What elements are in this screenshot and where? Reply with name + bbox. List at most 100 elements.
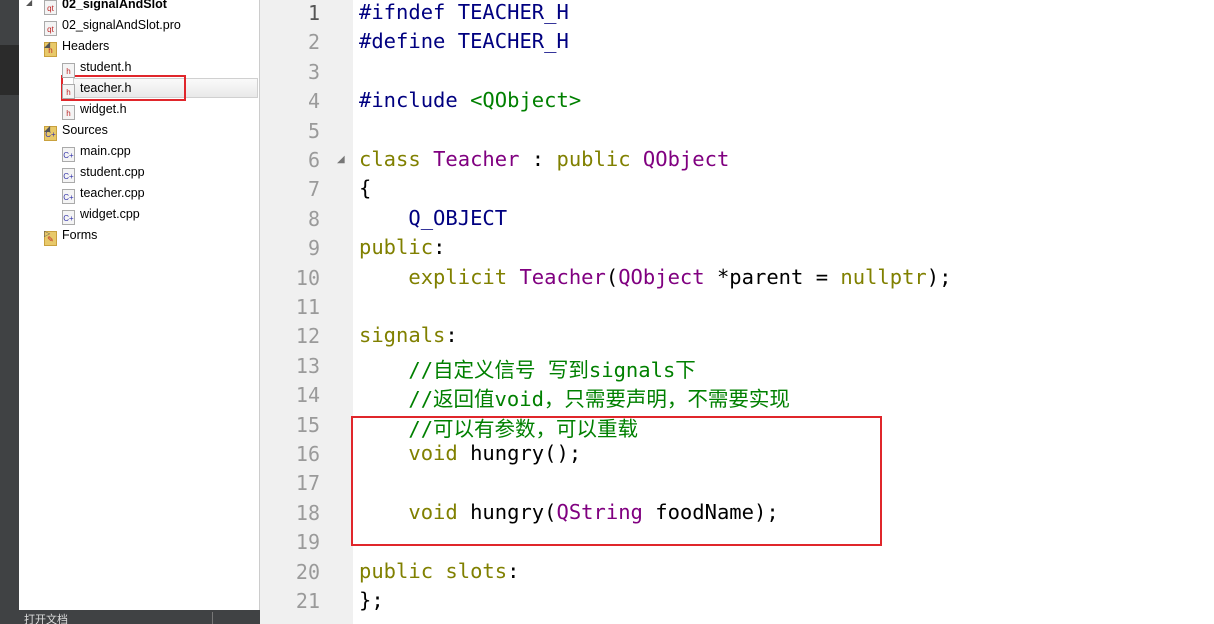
tree-item[interactable]: C+ widget.cpp <box>62 204 140 225</box>
line-number: 17 <box>295 471 320 496</box>
code-token: : <box>445 323 458 348</box>
code-token: }; <box>359 588 384 612</box>
tree-item[interactable]: C+ main.cpp <box>62 141 131 162</box>
tree-item[interactable]: C+ student.cpp <box>62 162 145 183</box>
line-number: 18 <box>295 500 320 525</box>
code-line[interactable]: #define TEACHER_H <box>359 29 569 53</box>
code-token: : <box>433 235 446 260</box>
code-line[interactable]: }; <box>359 588 384 612</box>
tree-item[interactable]: qt 02_signalAndSlot.pro <box>44 15 181 36</box>
code-line[interactable]: //返回值void，只需要声明，不需要实现 <box>359 382 790 412</box>
cpp-file-icon: C+ <box>62 147 75 162</box>
code-token: : <box>519 147 557 171</box>
line-number: 9 <box>307 236 320 261</box>
code-token: nullptr <box>840 264 927 289</box>
line-number: 21 <box>295 589 320 613</box>
code-token: #ifndef TEACHER_H <box>359 0 569 24</box>
collapse-arrow-icon[interactable]: ◢ <box>44 124 50 133</box>
code-line[interactable]: void hungry(); <box>359 441 581 465</box>
tree-item-label: student.h <box>80 60 132 74</box>
code-line[interactable]: #ifndef TEACHER_H <box>359 0 569 24</box>
mode-sidebar <box>0 0 19 624</box>
tree-item-label: Sources <box>62 123 108 137</box>
code-line[interactable]: Q_OBJECT <box>359 206 507 230</box>
code-token: void <box>359 441 471 465</box>
code-line[interactable]: #include <QObject> <box>359 88 581 112</box>
line-number: 5 <box>307 118 320 143</box>
line-number: 8 <box>307 206 320 231</box>
line-number: 13 <box>295 353 320 378</box>
tree-item-label: teacher.h <box>80 81 132 95</box>
tree-item-label: main.cpp <box>80 144 131 158</box>
qt-project-file-icon: qt <box>44 21 57 36</box>
line-number: 6 <box>307 148 320 172</box>
line-number: 11 <box>295 295 320 319</box>
line-number: 4 <box>307 89 320 114</box>
tree-item-label: student.cpp <box>80 165 145 179</box>
tree-item-label: Headers <box>62 39 110 53</box>
mode-selected[interactable] <box>0 45 19 95</box>
open-documents-bar: 打开文档 <box>19 610 265 624</box>
line-number: 16 <box>295 442 320 466</box>
tree-item[interactable]: C+ teacher.cpp <box>62 183 145 204</box>
line-number: 19 <box>295 530 320 555</box>
fold-marker-icon[interactable]: ◢ <box>337 154 345 165</box>
tree-item-label: widget.h <box>80 102 127 116</box>
line-number: 20 <box>295 559 320 584</box>
line-number: 3 <box>307 59 320 84</box>
line-number: 1 <box>307 1 320 25</box>
code-line[interactable]: public: <box>359 235 445 259</box>
code-token: //自定义信号 写到signals下 <box>359 357 696 382</box>
code-token: ); <box>926 264 952 289</box>
code-line[interactable]: void hungry(QString foodName); <box>359 499 779 524</box>
code-token: <QObject> <box>470 88 582 113</box>
code-line[interactable]: //自定义信号 写到signals下 <box>359 353 696 383</box>
code-line[interactable]: public slots: <box>359 559 519 583</box>
qt-project-file-icon: qt <box>44 0 57 15</box>
line-number: 7 <box>307 177 320 202</box>
code-token: QObject <box>618 264 705 289</box>
tree-item[interactable]: h teacher.h <box>62 78 132 99</box>
tree-item[interactable]: h student.h <box>62 57 132 78</box>
code-token: { <box>359 176 372 201</box>
header-file-icon: h <box>62 63 75 78</box>
code-token: //返回值void，只需要声明，不需要实现 <box>359 387 790 412</box>
code-line[interactable]: class Teacher : public QObject <box>359 147 729 171</box>
code-token: public <box>556 147 643 171</box>
cpp-file-icon: C+ <box>62 168 75 183</box>
code-token: explicit <box>359 264 520 289</box>
tree-item-label: 02_signalAndSlot.pro <box>62 18 181 32</box>
collapse-arrow-icon[interactable]: ◢ <box>44 40 50 49</box>
code-token: void <box>359 499 471 524</box>
line-number: 15 <box>295 412 320 437</box>
code-line[interactable]: { <box>359 176 371 200</box>
code-token: //可以有参数，可以重载 <box>359 416 639 441</box>
cpp-file-icon: C+ <box>62 210 75 225</box>
code-line[interactable]: explicit Teacher(QObject *parent = nullp… <box>359 265 951 289</box>
line-number: 14 <box>295 383 320 408</box>
tree-item-label: Forms <box>62 228 98 242</box>
code-token: ( <box>605 264 619 289</box>
line-number: 10 <box>295 265 320 290</box>
tree-item[interactable]: h widget.h <box>62 99 127 120</box>
tree-item[interactable]: ✎ Forms <box>44 225 98 246</box>
code-token: Teacher <box>519 264 606 289</box>
header-file-icon: h <box>62 105 75 120</box>
expand-arrow-icon[interactable]: ▷ <box>44 229 50 238</box>
collapse-arrow-icon[interactable]: ◢ <box>26 0 32 7</box>
tree-item-label: 02_signalAndSlot <box>62 0 167 11</box>
code-token: Q_OBJECT <box>359 205 508 230</box>
code-token: foodName); <box>642 499 779 524</box>
code-line[interactable]: signals: <box>359 323 458 347</box>
code-token: public slots <box>359 558 508 583</box>
code-token: hungry(); <box>470 441 582 465</box>
code-token: Teacher <box>433 147 520 171</box>
code-token: : <box>507 558 520 583</box>
open-documents-label: 打开文档 <box>24 613 68 624</box>
header-file-icon: h <box>62 84 75 99</box>
cpp-file-icon: C+ <box>62 189 75 204</box>
tree-item[interactable]: C+ Sources <box>44 120 108 141</box>
tree-project-root[interactable]: qt 02_signalAndSlot <box>44 0 167 15</box>
tree-item[interactable]: h Headers <box>44 36 110 57</box>
code-line[interactable]: //可以有参数，可以重载 <box>359 412 638 442</box>
